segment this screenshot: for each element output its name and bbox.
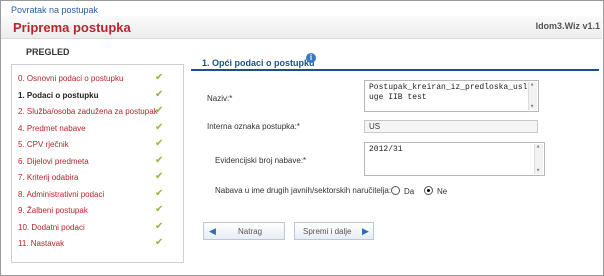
naziv-value: Postupak_kreiran_iz_predloska_usl uge II… xyxy=(369,83,528,102)
sidebar-item-label: 1. Podaci o postupku xyxy=(18,90,99,100)
check-icon: ✔ xyxy=(155,154,164,166)
help-icon[interactable]: i xyxy=(306,53,316,63)
check-icon: ✔ xyxy=(155,187,164,199)
nabava-u-ime-label: Nabava u ime drugih javnih/sektorskih na… xyxy=(215,186,392,195)
scrollbar[interactable] xyxy=(528,81,537,111)
sidebar-item-dijelovi-predmeta[interactable]: 6. Dijelovi predmeta ✔ xyxy=(12,153,183,170)
interna-oznaka-label: Interna oznaka postupka:* xyxy=(207,122,300,131)
radio-ne[interactable] xyxy=(424,186,433,195)
check-icon: ✔ xyxy=(155,237,164,248)
naziv-label: Naziv:* xyxy=(207,94,233,103)
sidebar-item-label: 2. Služba/osoba zadužena za postupak xyxy=(18,107,158,116)
back-button-label: Natrag xyxy=(238,227,263,236)
sidebar-heading: PREGLED xyxy=(26,47,70,57)
scrollbar[interactable] xyxy=(534,143,543,175)
evidencijski-broj-textarea[interactable]: 2012/31 xyxy=(364,142,545,176)
sidebar-nav: 0. Osnovni podaci o postupku ✔ 1. Podaci… xyxy=(11,64,184,263)
radio-ne-label: Ne xyxy=(437,187,448,196)
naziv-textarea[interactable]: Postupak_kreiran_iz_predloska_usl uge II… xyxy=(364,80,539,112)
sidebar-item-podaci-o-postupku[interactable]: 1. Podaci o postupku ✔ xyxy=(12,87,183,104)
sidebar-item-kriterij-odabira[interactable]: 7. Kriterij odabira ✔ xyxy=(12,169,183,186)
check-icon: ✔ xyxy=(155,171,164,182)
check-icon: ✔ xyxy=(155,138,164,149)
page-title: Priprema postupka xyxy=(13,20,131,35)
interna-oznaka-input[interactable]: US xyxy=(364,120,538,133)
app-version: Idom3.Wiz v1.1 xyxy=(535,21,600,31)
back-button[interactable]: ◀ Natrag xyxy=(203,222,285,240)
sidebar-item-label: 7. Kriterij odabira xyxy=(18,173,79,182)
back-to-procedure-link[interactable]: Povratak na postupak xyxy=(11,5,98,15)
radio-da-label: Da xyxy=(404,187,415,196)
sidebar-item-dodatni-podaci[interactable]: 10. Dodatni podaci ✔ xyxy=(12,219,183,236)
sidebar-item-nastavak[interactable]: 11. Nastavak ✔ xyxy=(12,235,183,252)
evidencijski-broj-label: Evidencijski broj nabave:* xyxy=(215,156,307,165)
page-header: Priprema postupka Idom3.Wiz v1.1 xyxy=(1,16,602,39)
sidebar-item-sluzba-osoba[interactable]: 2. Služba/osoba zadužena za postupak ✔ xyxy=(12,103,183,120)
save-next-button[interactable]: Spremi i dalje ▶ xyxy=(294,222,374,240)
sidebar-item-label: 9. Žalbeni postupak xyxy=(18,206,88,215)
check-icon: ✔ xyxy=(155,88,164,100)
sidebar-item-administrativni-podaci[interactable]: 8. Administrativni podaci ✔ xyxy=(12,186,183,203)
sidebar-item-label: 8. Administrativni podaci xyxy=(18,189,105,199)
sidebar-item-label: 6. Dijelovi predmeta xyxy=(18,156,89,166)
sidebar-item-label: 0. Osnovni podaci o postupku xyxy=(18,74,124,83)
check-icon: ✔ xyxy=(155,220,164,232)
check-icon: ✔ xyxy=(155,121,164,133)
section-divider xyxy=(191,69,599,71)
check-icon: ✔ xyxy=(155,72,164,83)
check-icon: ✔ xyxy=(155,204,164,215)
arrow-left-icon: ◀ xyxy=(209,226,216,236)
sidebar-item-label: 10. Dodatni podaci xyxy=(18,222,85,232)
sidebar-item-predmet-nabave[interactable]: 4. Predmet nabave ✔ xyxy=(12,120,183,137)
save-next-button-label: Spremi i dalje xyxy=(303,227,352,236)
check-icon: ✔ xyxy=(155,105,164,116)
evidencijski-broj-value: 2012/31 xyxy=(369,145,403,154)
section-title: 1. Opći podaci o postupku xyxy=(202,58,315,68)
sidebar-item-cpv-rjecnik[interactable]: 5. CPV rječnik ✔ xyxy=(12,136,183,153)
sidebar-item-osnovni-podaci[interactable]: 0. Osnovni podaci o postupku ✔ xyxy=(12,70,183,87)
arrow-right-icon: ▶ xyxy=(362,226,369,236)
sidebar-item-label: 4. Predmet nabave xyxy=(18,123,86,133)
sidebar-item-label: 11. Nastavak xyxy=(18,239,65,248)
sidebar-item-label: 5. CPV rječnik xyxy=(18,140,69,149)
radio-da[interactable] xyxy=(391,186,400,195)
sidebar-item-zalbeni-postupak[interactable]: 9. Žalbeni postupak ✔ xyxy=(12,202,183,219)
